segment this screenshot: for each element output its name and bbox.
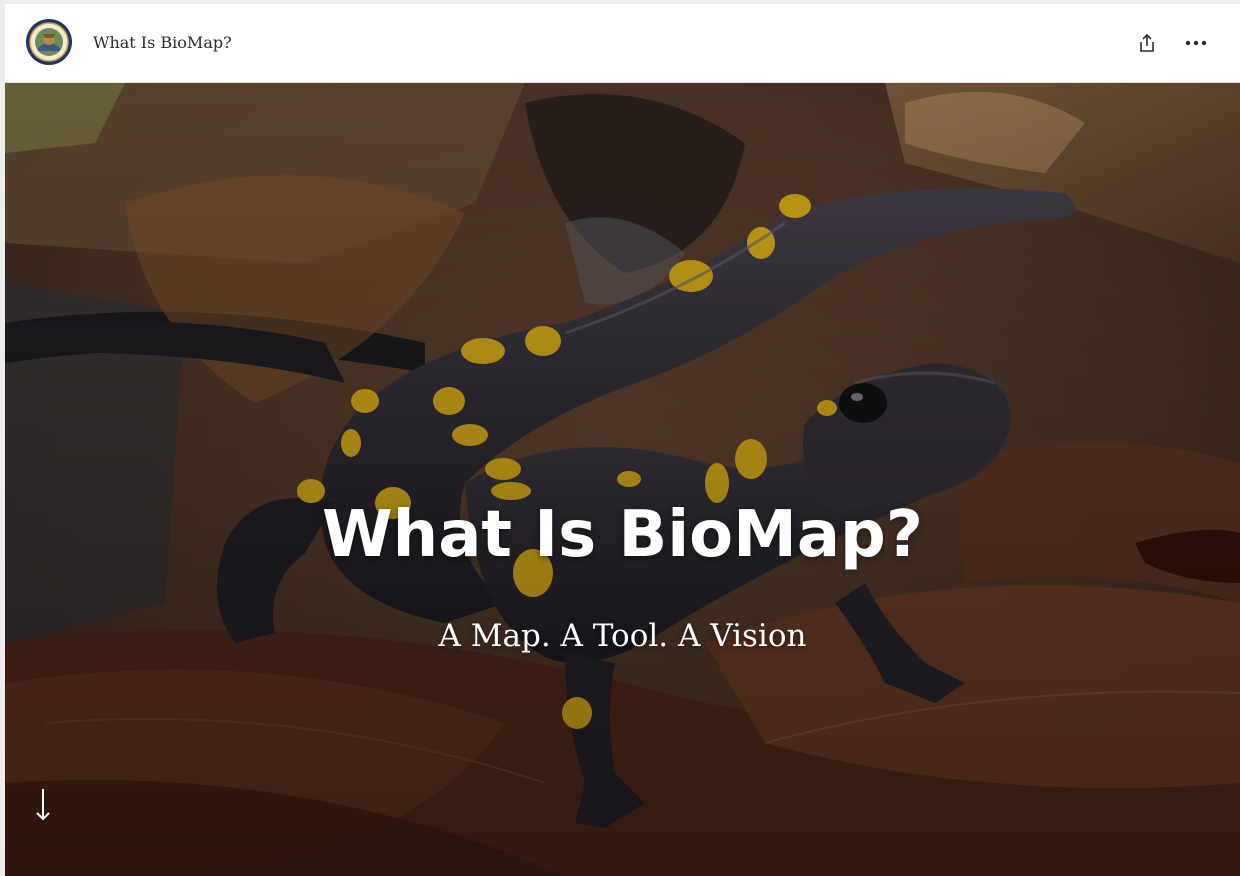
story-title: What Is BioMap? — [93, 33, 232, 52]
story-frame: What Is BioMap? What Is BioMap? A Map. A… — [5, 4, 1240, 876]
hero-subtitle: A Map. A Tool. A Vision — [438, 618, 807, 654]
more-options-button[interactable] — [1181, 28, 1211, 58]
scroll-down-button[interactable] — [29, 785, 57, 825]
share-icon — [1140, 33, 1154, 52]
arrow-down-icon — [36, 789, 50, 821]
hero-title: What Is BioMap? — [322, 498, 923, 572]
share-button[interactable] — [1132, 28, 1162, 58]
hero-section: What Is BioMap? A Map. A Tool. A Vision — [5, 83, 1240, 876]
spotted-salamander-photo — [5, 83, 1240, 876]
more-options-icon — [1185, 40, 1207, 46]
massachusetts-seal-logo[interactable] — [25, 18, 73, 66]
story-header: What Is BioMap? — [5, 4, 1240, 83]
